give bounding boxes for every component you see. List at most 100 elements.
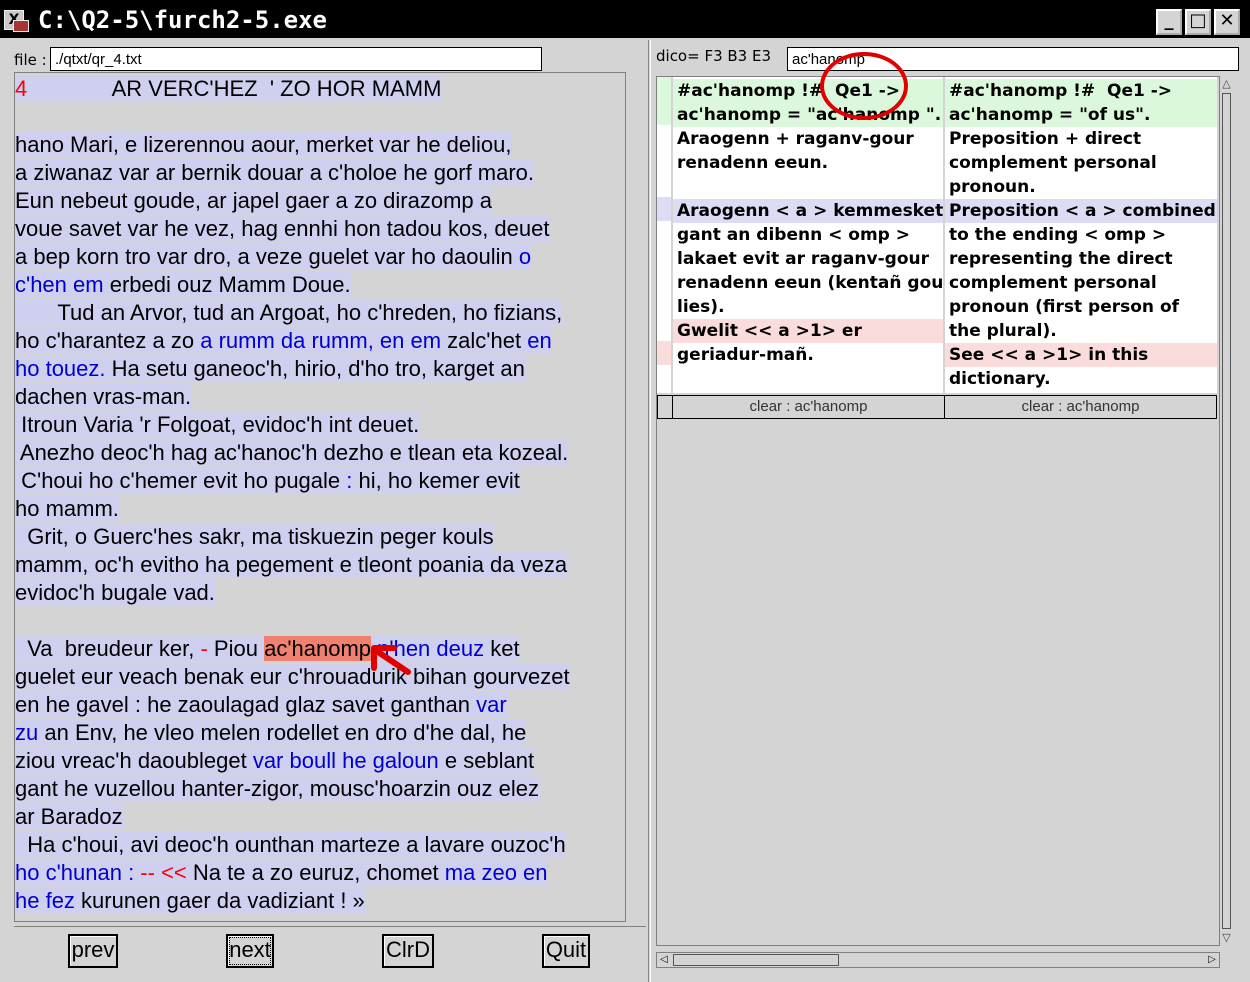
dict-line: Preposition < a > combined xyxy=(945,199,1217,223)
text-segment: an Env, he vleo melen rodellet en dro d'… xyxy=(38,720,527,745)
dict-gutter-button[interactable] xyxy=(657,395,673,419)
text-segment: dachen vras-man. xyxy=(15,384,192,409)
text-segment: a rumm da rumm, en em xyxy=(200,328,442,353)
text-segment: Ha c'houi, avi deoc'h ounthan marteze a … xyxy=(15,832,566,857)
scroll-right-icon[interactable]: ▷ xyxy=(1205,953,1219,967)
text-segment: -- << xyxy=(134,860,187,885)
text-segment: e seblant xyxy=(438,748,535,773)
text-segment: ziou vreac'h daoubleget xyxy=(15,748,253,773)
dict-line: geriadur-mañ. xyxy=(677,345,814,365)
annotation-circle xyxy=(820,52,908,120)
separator xyxy=(14,926,646,927)
dict-scrollbar[interactable]: △ ▽ xyxy=(1219,77,1233,945)
text-segment: Grit, o Guerc'hes sakr, ma tiskuezin peg… xyxy=(15,524,494,549)
text-line: en he gavel : he zaoulagad glaz savet ga… xyxy=(15,691,507,718)
text-line: guelet eur veach benak eur c'hrouadurik … xyxy=(15,663,570,690)
dict-line: dictionary. xyxy=(949,369,1051,389)
dict-line xyxy=(673,175,943,199)
maximize-button[interactable]: □ xyxy=(1185,9,1211,35)
text-segment: guelet eur veach benak eur c'hrouadurik … xyxy=(15,664,570,689)
text-segment: Piou xyxy=(207,636,265,661)
text-line: a bep korn tro var dro, a veze guelet va… xyxy=(15,243,532,270)
text-segment: kurunen gaer da vadiziant ! » xyxy=(74,888,365,913)
text-segment: Ha setu ganeoc'h, hirio, d'ho tro, karge… xyxy=(105,356,525,381)
text-segment: ho c'hunan : xyxy=(15,860,135,885)
text-line: voue savet var he vez, hag ennhi hon tad… xyxy=(15,215,550,242)
clear-col1-button[interactable]: clear : ac'hanomp xyxy=(672,395,945,419)
text-segment: var xyxy=(476,692,507,717)
text-segment: a bep korn tro var dro, a veze guelet va… xyxy=(15,244,519,269)
text-segment: ket xyxy=(484,636,520,661)
dict-line: lakaet evit ar raganv-gour xyxy=(677,249,929,269)
text-line: he fez kurunen gaer da vadiziant ! » xyxy=(15,887,365,914)
dict-line xyxy=(673,367,943,391)
text-segment: hi, ho kemer evit xyxy=(352,468,520,493)
file-label: file : xyxy=(14,51,47,69)
text-line: Anezho deoc'h hag ac'hanoc'h dezho e tle… xyxy=(15,439,569,466)
dict-scroll-up-icon[interactable]: △ xyxy=(1220,77,1233,91)
window-title: C:\Q2-5\furch2-5.exe xyxy=(38,6,327,34)
text-line: ho mamm. xyxy=(15,495,119,522)
clrd-button[interactable]: ClrD xyxy=(382,934,434,968)
scroll-left-icon[interactable]: ◁ xyxy=(657,953,671,967)
dict-hscrollbar[interactable]: ◁ ▷ xyxy=(656,952,1220,968)
text-segment: ho touez. xyxy=(15,356,106,381)
dico-label: dico= F3 B3 E3 xyxy=(656,47,772,65)
text-line: ho touez. Ha setu ganeoc'h, hirio, d'ho … xyxy=(15,355,525,382)
dict-line: renadenn eeun (kentañ gour xyxy=(677,273,943,293)
text-line: ziou vreac'h daoubleget var boull he gal… xyxy=(15,747,535,774)
text-segment: voue savet var he vez, hag ennhi hon tad… xyxy=(15,216,550,241)
dict-line: Gwelit << a >1> er xyxy=(673,319,943,343)
text-segment: C'houi ho c'hemer evit ho pugale xyxy=(15,468,347,493)
minimize-button[interactable]: _ xyxy=(1156,9,1182,35)
dict-scroll-thumb[interactable] xyxy=(1222,93,1231,929)
quit-button[interactable]: Quit xyxy=(542,934,590,968)
text-segment: gant he vuzellou hanter-zigor, mousc'hoa… xyxy=(15,776,539,801)
text-segment: a ziwanaz var ar bernik douar a c'holoe … xyxy=(15,160,535,185)
dict-line: representing the direct xyxy=(949,249,1173,269)
app-icon[interactable]: X xyxy=(4,10,29,32)
close-button[interactable]: ✕ xyxy=(1214,9,1240,35)
file-path-input[interactable] xyxy=(50,47,542,71)
dict-line: the plural). xyxy=(949,321,1057,341)
text-segment: Na te a zo euruz, chomet xyxy=(186,860,445,885)
text-line: Tud an Arvor, tud an Argoat, ho c'hreden… xyxy=(15,299,563,326)
text-line: mamm, oc'h evitho ha pegement e tleont p… xyxy=(15,551,568,578)
text-line: Ha c'houi, avi deoc'h ounthan marteze a … xyxy=(15,831,566,858)
dict-line: pronoun (first person of xyxy=(949,297,1180,317)
text-segment: 4 xyxy=(15,76,28,101)
text-segment: evidoc'h bugale vad. xyxy=(15,580,215,605)
title-bar: X C:\Q2-5\furch2-5.exe _ □ ✕ xyxy=(0,0,1250,38)
dict-line: ac'hanomp = "of us". xyxy=(945,103,1217,127)
text-segment: o xyxy=(518,244,532,269)
text-segment: en he gavel : he zaoulagad glaz savet ga… xyxy=(15,692,477,717)
selected-word[interactable]: ac'hanomp xyxy=(264,636,372,661)
dict-scroll-down-icon[interactable]: ▽ xyxy=(1220,931,1233,945)
next-button[interactable]: next xyxy=(226,934,274,968)
annotation-arrow-icon xyxy=(371,645,411,675)
text-viewer[interactable]: 4 AR VERC'HEZ ' ZO HOR MAMM hano Mari, e … xyxy=(14,72,626,922)
dict-line: See << a >1> in this xyxy=(945,343,1217,367)
text-segment: ar Baradoz xyxy=(15,804,123,829)
text-line: ho c'harantez a zo a rumm da rumm, en em… xyxy=(15,327,552,354)
dict-line: Araogenn < a > kemmesket xyxy=(673,199,943,223)
prev-button[interactable]: prev xyxy=(68,934,118,968)
dict-line: ac'hanomp = "ac'hanomp ". xyxy=(673,103,943,127)
dict-line: Preposition + direct xyxy=(949,129,1142,149)
dict-line: to the ending < omp > xyxy=(949,225,1167,245)
text-segment: c'hen em xyxy=(15,272,104,297)
text-segment: Anezho deoc'h hag ac'hanoc'h dezho e tle… xyxy=(15,440,569,465)
dict-hscroll-thumb[interactable] xyxy=(673,954,839,966)
text-line: gant he vuzellou hanter-zigor, mousc'hoa… xyxy=(15,775,539,802)
pane-divider[interactable] xyxy=(648,40,651,982)
text-segment: mamm, oc'h evitho ha pegement e tleont p… xyxy=(15,552,568,577)
text-segment: zalc'het xyxy=(441,328,528,353)
dictionary-panel: #ac'hanomp !# Qe1 -> ac'hanomp = "ac'hano… xyxy=(656,76,1233,946)
text-line: ar Baradoz xyxy=(15,803,123,830)
text-segment: ho c'harantez a zo xyxy=(15,328,201,353)
clear-col2-button[interactable]: clear : ac'hanomp xyxy=(944,395,1217,419)
text-segment: - xyxy=(200,636,208,661)
text-line: zu an Env, he vleo melen rodellet en dro… xyxy=(15,719,527,746)
dict-line: gant an dibenn < omp > xyxy=(677,225,910,245)
text-segment: var boull he galoun xyxy=(252,748,439,773)
